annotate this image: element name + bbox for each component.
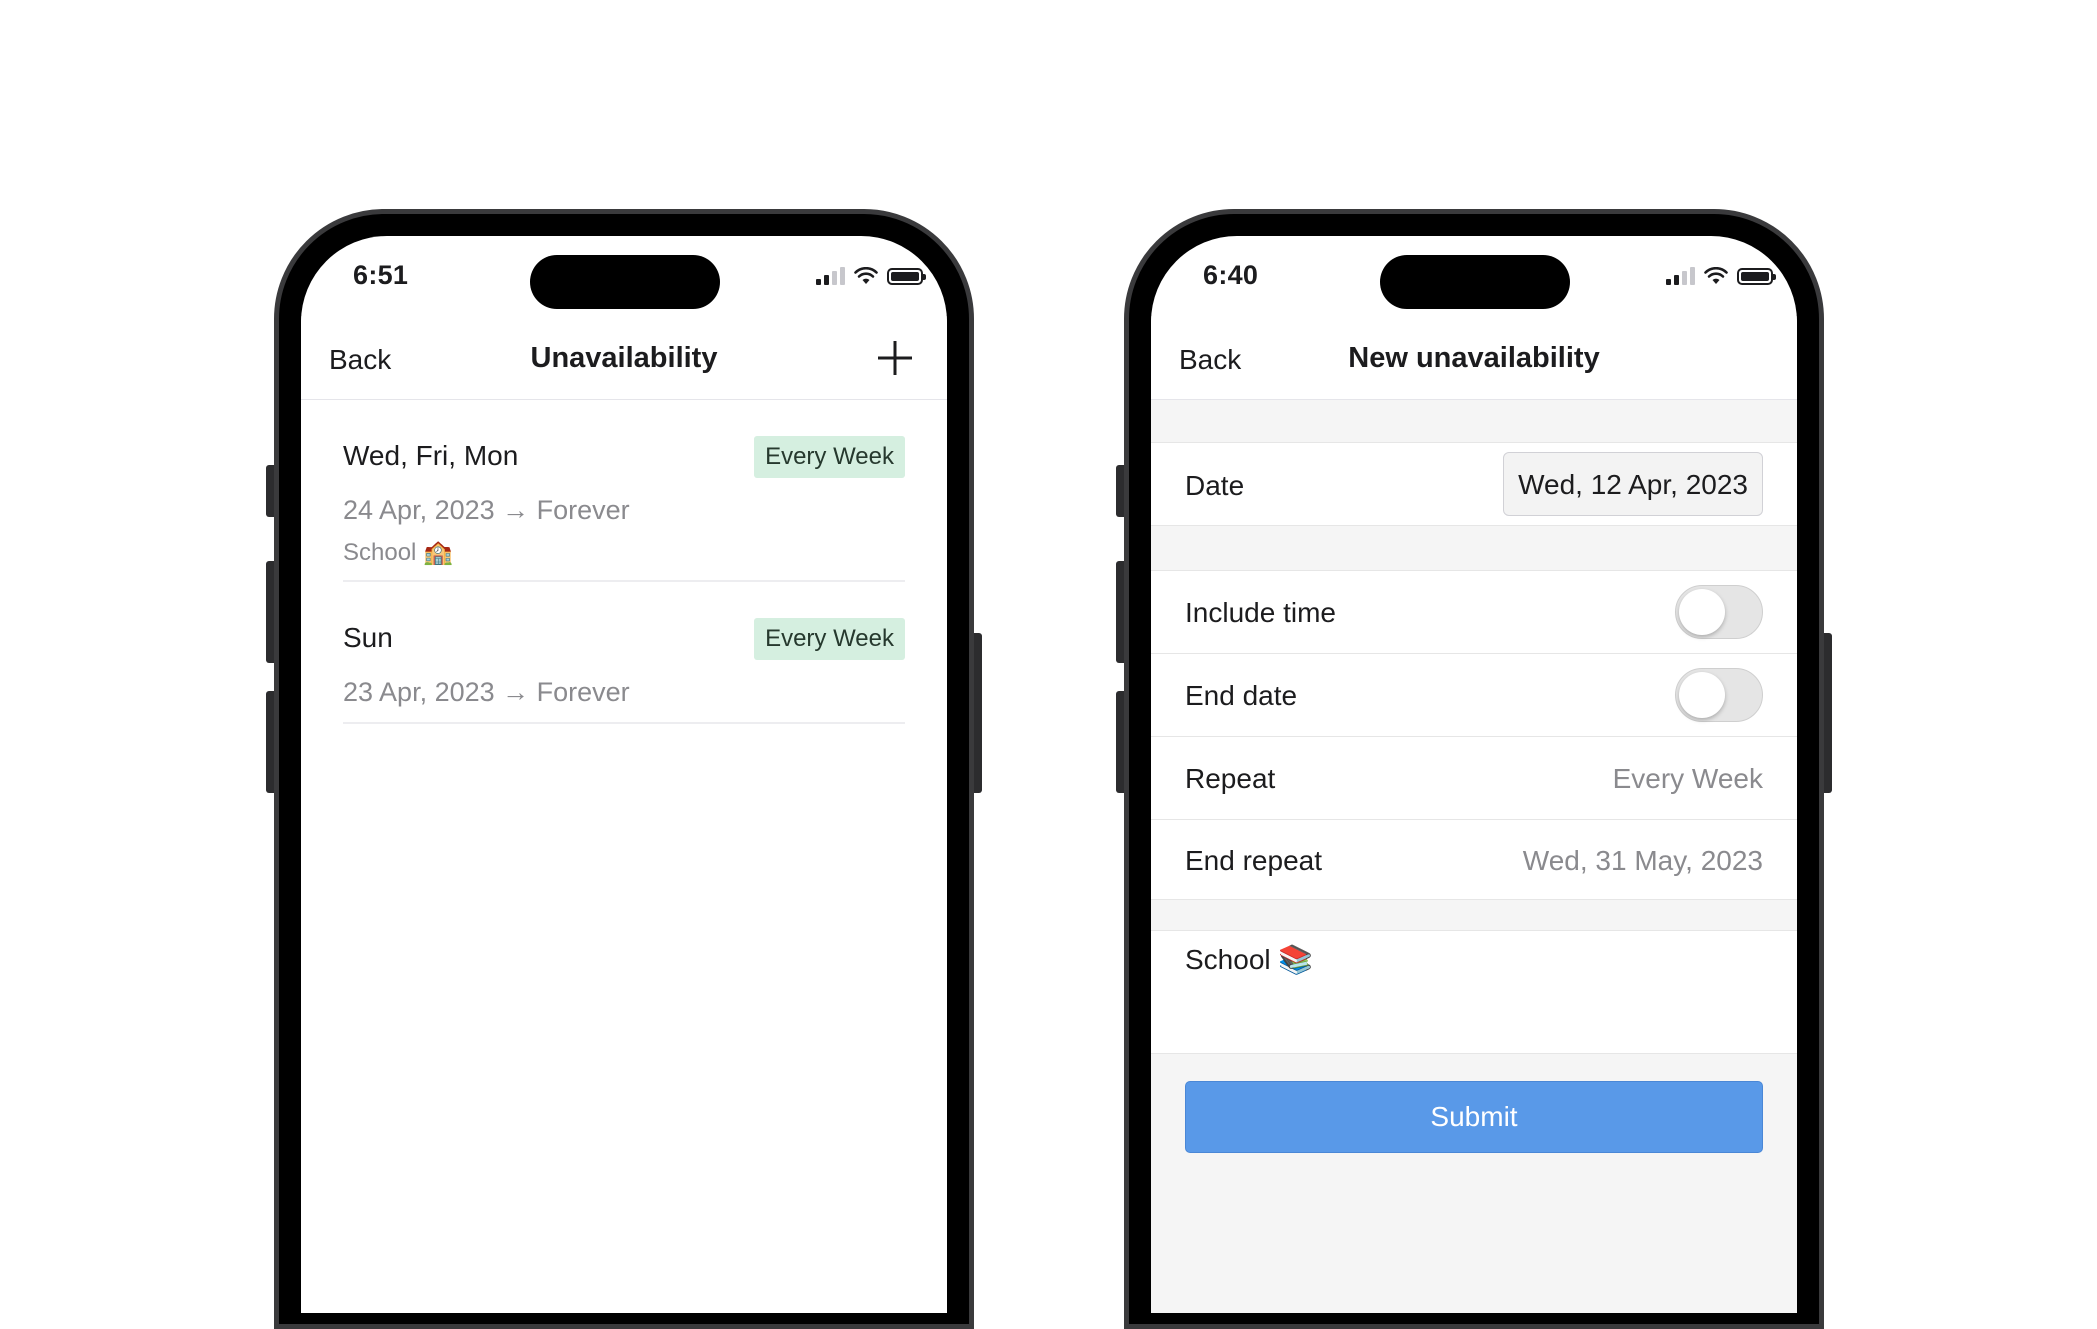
item-date-range: 23 Apr, 2023 → Forever (343, 677, 630, 707)
cellular-signal-icon (1666, 267, 1695, 285)
power-button (1824, 633, 1832, 793)
action-button (266, 465, 274, 517)
nav-bar: Back New unavailability (1151, 316, 1797, 400)
include-time-row: Include time (1151, 571, 1797, 653)
action-button (1116, 465, 1124, 517)
item-days: Wed, Fri, Mon (343, 440, 519, 471)
status-icons (816, 266, 926, 286)
end-date-row: End date (1151, 654, 1797, 736)
end-date-label: End date (1185, 680, 1298, 711)
list-item[interactable]: Wed, Fri, Mon Every Week 24 Apr, 2023 → … (343, 400, 905, 582)
item-days: Sun (343, 622, 393, 653)
volume-up-button (1116, 561, 1124, 663)
notes-field[interactable]: School 📚 (1151, 930, 1797, 1054)
status-time: 6:51 (353, 260, 409, 290)
end-date-toggle[interactable] (1675, 668, 1763, 722)
item-note: School 🏫 (343, 539, 453, 566)
end-repeat-label: End repeat (1185, 845, 1322, 876)
back-button[interactable]: Back (329, 344, 391, 376)
battery-icon (887, 267, 926, 285)
power-button (974, 633, 982, 793)
plus-icon[interactable] (875, 338, 915, 378)
wifi-icon (1704, 267, 1728, 284)
repeat-row[interactable]: Repeat Every Week (1151, 737, 1797, 819)
dynamic-island (530, 255, 720, 309)
back-button[interactable]: Back (1179, 344, 1241, 376)
volume-down-button (266, 691, 274, 793)
repeat-badge: Every Week (754, 618, 905, 660)
include-time-toggle[interactable] (1675, 585, 1763, 639)
status-time: 6:40 (1203, 260, 1259, 290)
nav-bar: Back Unavailability (301, 316, 947, 400)
status-icons (1666, 266, 1776, 286)
phone-right: 6:40 Back New unavailability Date Wed, 1… (1116, 209, 1832, 1329)
include-time-label: Include time (1185, 597, 1336, 628)
end-repeat-value: Wed, 31 May, 2023 (1522, 845, 1763, 876)
cellular-signal-icon (816, 267, 845, 285)
repeat-badge: Every Week (754, 436, 905, 478)
status-bar: 6:40 (1151, 236, 1797, 316)
date-label: Date (1185, 470, 1245, 501)
notes-text: School 📚 (1185, 944, 1314, 975)
volume-down-button (1116, 691, 1124, 793)
unavailability-list: Wed, Fri, Mon Every Week 24 Apr, 2023 → … (343, 400, 905, 724)
volume-up-button (266, 561, 274, 663)
item-date-range: 24 Apr, 2023 → Forever (343, 495, 630, 525)
repeat-value: Every Week (1612, 763, 1763, 794)
wifi-icon (854, 267, 878, 284)
list-item[interactable]: Sun Every Week 23 Apr, 2023 → Forever (343, 582, 905, 724)
phone-left: 6:51 Back Unavailability Wed, Fri, Mon E… (266, 209, 982, 1329)
submit-button[interactable]: Submit (1185, 1081, 1763, 1153)
screen-new-unavailability: 6:40 Back New unavailability Date Wed, 1… (1151, 236, 1797, 1313)
page-title: New unavailability (1348, 342, 1600, 374)
screen-unavailability-list: 6:51 Back Unavailability Wed, Fri, Mon E… (301, 236, 947, 1313)
repeat-label: Repeat (1185, 763, 1276, 794)
date-picker[interactable]: Wed, 12 Apr, 2023 (1503, 452, 1763, 516)
date-row: Date Wed, 12 Apr, 2023 (1151, 442, 1797, 526)
options-group: Include time End date Repeat Every Week … (1151, 570, 1797, 900)
end-repeat-row[interactable]: End repeat Wed, 31 May, 2023 (1151, 820, 1797, 900)
page-title: Unavailability (530, 342, 718, 374)
battery-icon (1737, 267, 1776, 285)
status-bar: 6:51 (301, 236, 947, 316)
dynamic-island (1380, 255, 1570, 309)
